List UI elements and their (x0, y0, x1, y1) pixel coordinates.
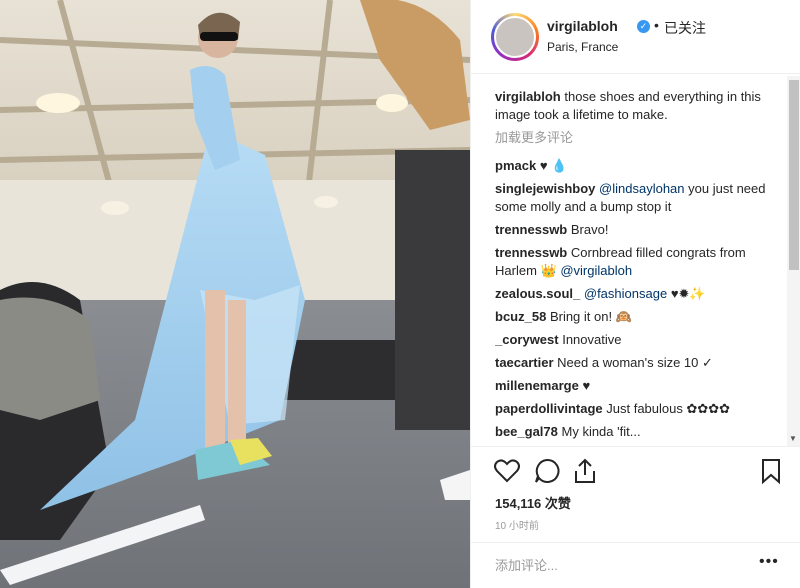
location-link[interactable]: Paris, France (547, 40, 618, 54)
comment-mention[interactable]: @virgilabloh (560, 263, 632, 278)
comment-text: Just fabulous ✿✿✿✿ (606, 401, 731, 416)
username-link[interactable]: virgilabloh (547, 18, 618, 34)
comment-text: ♥ 💧 (539, 158, 568, 173)
comment-item: zealous.soul_ @fashionsage ♥✹✨ (495, 285, 785, 303)
add-comment-input[interactable]: 添加评论... (495, 555, 558, 574)
comment-item: bcuz_58 Bring it on! 🙉 (495, 308, 785, 326)
comment-username[interactable]: bcuz_58 (495, 309, 546, 324)
heart-icon[interactable] (493, 457, 521, 485)
comment-username[interactable]: _corywest (495, 332, 559, 347)
share-icon[interactable] (571, 457, 599, 485)
comment-username[interactable]: paperdollivintage (495, 401, 603, 416)
comment-item: trennesswb Bravo! (495, 221, 785, 239)
runway-backstage-image (0, 0, 470, 588)
comment-username[interactable]: taecartier (495, 355, 554, 370)
post-header: virgilabloh ✓ • 已关注 Paris, France (471, 0, 800, 74)
comment-item: bee_gal78 My kinda 'fit... (495, 423, 785, 441)
bookmark-icon[interactable] (757, 457, 785, 485)
following-button[interactable]: 已关注 (664, 18, 706, 38)
like-count[interactable]: 154,116 次赞 (495, 493, 571, 512)
comment-list[interactable]: virgilabloh those shoes and everything i… (495, 88, 785, 444)
comment-text: My kinda 'fit... (561, 424, 641, 439)
comment-item: singlejewishboy @lindsaylohan you just n… (495, 180, 785, 216)
separator-dot: • (654, 17, 659, 33)
comment-item: paperdollivintage Just fabulous ✿✿✿✿ (495, 400, 785, 418)
caption: virgilabloh those shoes and everything i… (495, 88, 785, 124)
avatar-image (494, 16, 536, 58)
comment-item: millenemarge ♥ (495, 377, 785, 395)
post-timestamp[interactable]: 10 小时前 (495, 517, 539, 532)
comment-username[interactable]: trennesswb (495, 245, 567, 260)
comment-mention[interactable]: @lindsaylohan (599, 181, 684, 196)
comment-item: pmack ♥ 💧 (495, 157, 785, 175)
comment-username[interactable]: zealous.soul_ (495, 286, 580, 301)
post-actions: 154,116 次赞 10 小时前 (471, 446, 800, 542)
avatar[interactable] (491, 13, 539, 61)
comment-text: ♥✹✨ (670, 286, 706, 301)
post-panel: virgilabloh ✓ • 已关注 Paris, France virgil… (470, 0, 800, 588)
comment-item: trennesswb Cornbread filled congrats fro… (495, 244, 785, 280)
post-photo[interactable] (0, 0, 470, 588)
comment-mention[interactable]: @fashionsage (584, 286, 667, 301)
comment-username[interactable]: trennesswb (495, 222, 567, 237)
scroll-down-arrow-icon[interactable]: ▼ (789, 434, 797, 443)
comment-icon[interactable] (533, 457, 561, 485)
more-options-icon[interactable]: ••• (759, 553, 779, 571)
comment-item: taecartier Need a woman's size 10 ✓ (495, 354, 785, 372)
comment-text: Need a woman's size 10 ✓ (557, 355, 713, 370)
load-more-comments-link[interactable]: 加载更多评论 (495, 129, 785, 147)
comment-item: _corywest Innovative (495, 331, 785, 349)
comment-username[interactable]: millenemarge (495, 378, 579, 393)
caption-username[interactable]: virgilabloh (495, 89, 561, 104)
comment-username[interactable]: singlejewishboy (495, 181, 595, 196)
comment-text: Innovative (562, 332, 622, 347)
scrollbar-thumb[interactable] (789, 80, 799, 270)
comment-text: Bravo! (570, 222, 609, 237)
add-comment-bar: 添加评论... ••• (471, 542, 800, 588)
comment-username[interactable]: pmack (495, 158, 536, 173)
verified-badge-icon: ✓ (637, 20, 650, 33)
comment-text: Bring it on! 🙉 (549, 309, 632, 324)
comment-text: ♥ (582, 378, 591, 393)
comment-username[interactable]: bee_gal78 (495, 424, 558, 439)
